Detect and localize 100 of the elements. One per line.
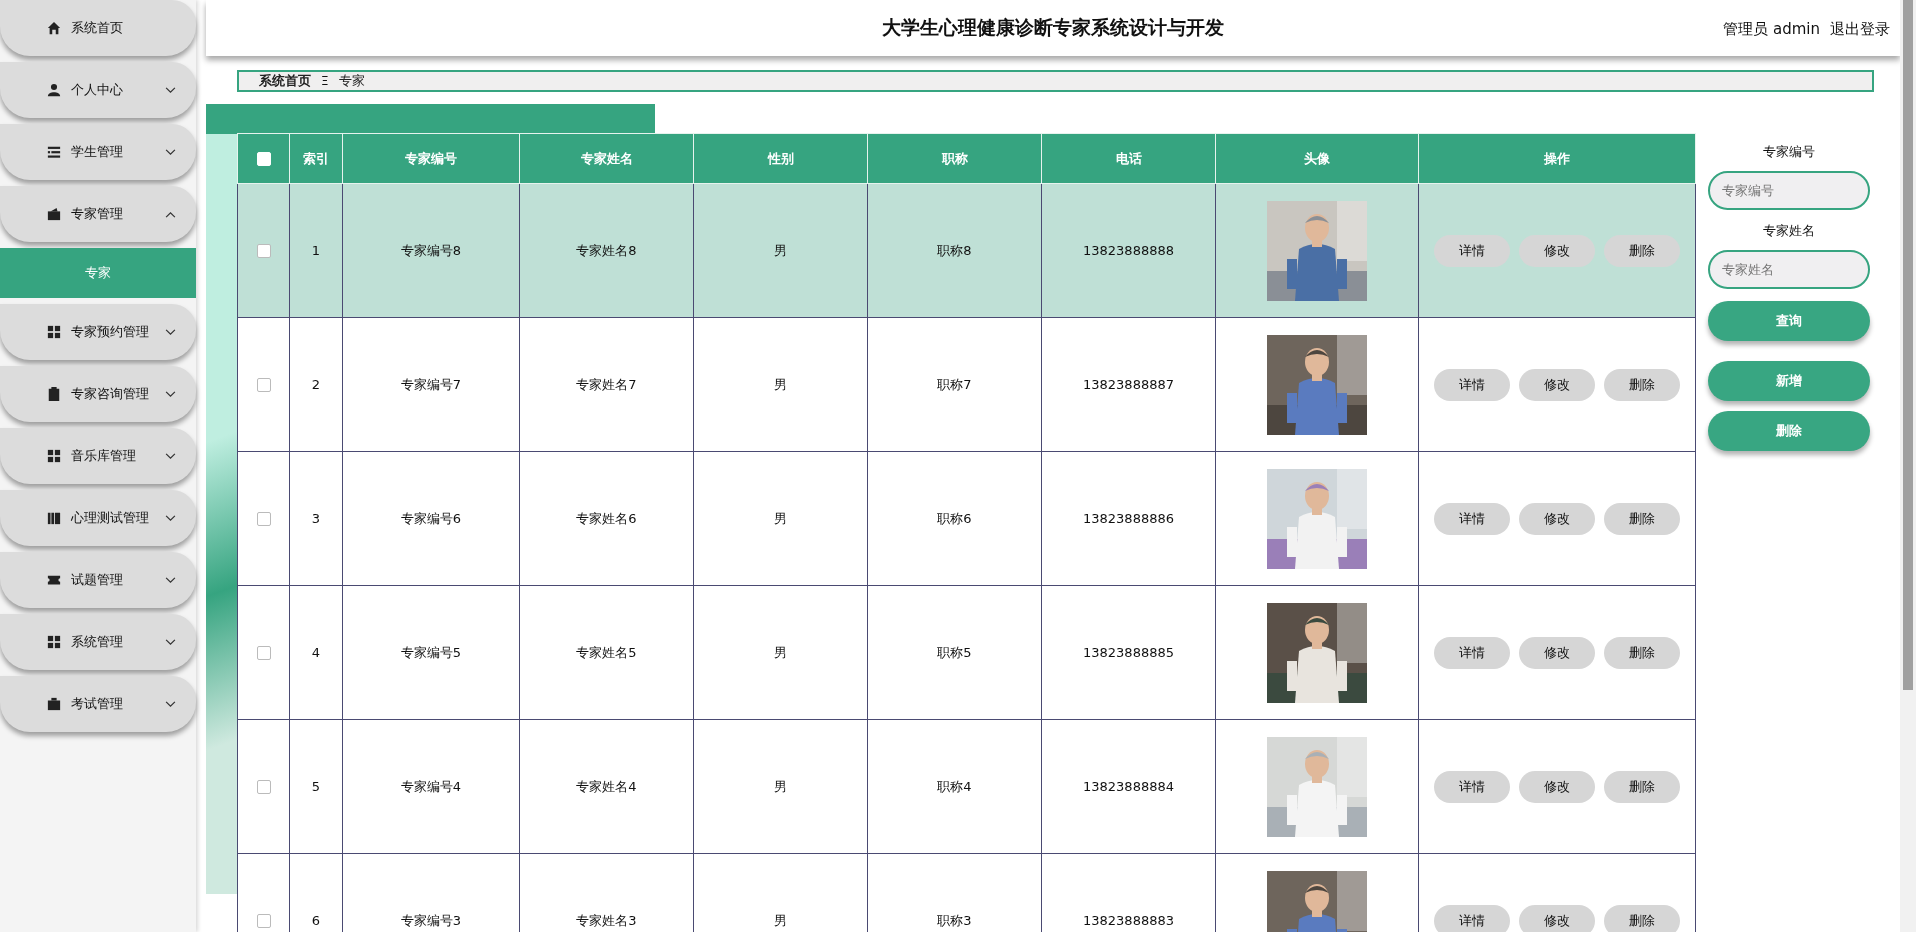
table-cell: 男 <box>693 719 868 854</box>
sidebar-item[interactable]: 系统管理 <box>0 614 196 670</box>
table-row[interactable]: 1 专家编号8 专家姓名8 男 职称8 13823888888 详情 修改 删除 <box>237 183 1696 318</box>
table-cell: 2 <box>289 317 343 452</box>
chevron-icon <box>165 86 176 94</box>
table-cell: 13823888888 <box>1041 183 1216 318</box>
chevron-icon <box>165 638 176 646</box>
sidebar-item[interactable]: 学生管理 <box>0 124 196 180</box>
table-cell: 职称6 <box>867 451 1042 586</box>
action-button[interactable]: 删除 <box>1604 234 1680 267</box>
select-all-checkbox[interactable] <box>256 152 271 167</box>
field-label: 专家姓名 <box>1763 222 1815 240</box>
table-cell: 专家编号8 <box>342 183 520 318</box>
sidebar-item[interactable]: 专家预约管理 <box>0 304 196 360</box>
action-button[interactable]: 详情 <box>1434 234 1510 267</box>
row-checkbox[interactable] <box>256 914 271 929</box>
breadcrumb-link[interactable]: 专家 <box>338 72 365 90</box>
table-cell: 13823888884 <box>1041 719 1216 854</box>
table-row[interactable]: 2 专家编号7 专家姓名7 男 职称7 13823888887 详情 修改 删除 <box>237 317 1696 452</box>
action-button[interactable]: 详情 <box>1434 770 1510 803</box>
action-button[interactable]: 修改 <box>1519 770 1595 803</box>
column-header: 电话 <box>1041 133 1216 184</box>
scrollbar-thumb[interactable] <box>1903 0 1913 690</box>
table-cell: 4 <box>289 585 343 720</box>
search-field[interactable]: 专家编号 <box>1708 171 1870 210</box>
column-header: 操作 <box>1418 133 1696 184</box>
briefcase-icon <box>47 697 61 711</box>
row-checkbox[interactable] <box>256 244 271 259</box>
table-cell: 5 <box>289 719 343 854</box>
grid-icon <box>47 449 61 463</box>
table-cell: 男 <box>693 183 868 318</box>
action-button[interactable]: 删除 <box>1604 368 1680 401</box>
sidebar-item[interactable]: 音乐库管理 <box>0 428 196 484</box>
column-header: 索引 <box>289 133 343 184</box>
table-cell: 专家姓名5 <box>519 585 694 720</box>
table-cell: 职称8 <box>867 183 1042 318</box>
breadcrumb-separator: Ξ <box>321 74 329 88</box>
action-button[interactable]: 修改 <box>1519 368 1595 401</box>
sidebar-item[interactable]: 试题管理 <box>0 552 196 608</box>
home-icon <box>47 21 61 35</box>
table-cell: 专家姓名6 <box>519 451 694 586</box>
chevron-icon <box>165 700 176 708</box>
chevron-icon <box>165 514 176 522</box>
page-title: 大学生心理健康诊断专家系统设计与开发 <box>882 15 1224 40</box>
action-button[interactable]: 修改 <box>1519 904 1595 932</box>
table-row[interactable]: 6 专家编号3 专家姓名3 男 职称3 13823888883 详情 修改 删除 <box>237 853 1696 932</box>
sidebar-item[interactable]: 个人中心 <box>0 62 196 118</box>
column-header: 头像 <box>1215 133 1419 184</box>
action-button[interactable]: 详情 <box>1434 636 1510 669</box>
action-button[interactable]: 详情 <box>1434 502 1510 535</box>
action-button[interactable]: 删除 <box>1604 904 1680 932</box>
table-cell: 专家姓名4 <box>519 719 694 854</box>
clipboard-icon <box>47 387 61 401</box>
row-checkbox[interactable] <box>256 646 271 661</box>
column-header: 专家编号 <box>342 133 520 184</box>
table-cell: 专家编号4 <box>342 719 520 854</box>
action-button[interactable]: 删除 <box>1604 770 1680 803</box>
sidebar-item[interactable]: 系统首页 <box>0 0 196 56</box>
search-field[interactable]: 专家姓名 <box>1708 250 1870 289</box>
action-button[interactable]: 修改 <box>1519 234 1595 267</box>
row-checkbox[interactable] <box>256 780 271 795</box>
user-label: 管理员 admin <box>1723 20 1820 39</box>
sidebar-item[interactable]: 专家咨询管理 <box>0 366 196 422</box>
table-cell: 13823888885 <box>1041 585 1216 720</box>
table-cell: 专家姓名8 <box>519 183 694 318</box>
action-button[interactable]: 删除 <box>1604 502 1680 535</box>
row-checkbox[interactable] <box>256 512 271 527</box>
chevron-icon <box>165 328 176 336</box>
table-cell: 职称5 <box>867 585 1042 720</box>
action-button[interactable]: 详情 <box>1434 904 1510 932</box>
logout-link[interactable]: 退出登录 <box>1830 20 1890 39</box>
breadcrumb-link[interactable]: 系统首页 <box>259 72 311 90</box>
sidebar-item[interactable]: 专家管理 <box>0 186 196 242</box>
field-label: 专家编号 <box>1763 143 1815 161</box>
scrollbar[interactable] <box>1900 0 1916 932</box>
action-button[interactable]: 详情 <box>1434 368 1510 401</box>
table-cell: 男 <box>693 451 868 586</box>
column-header: 专家姓名 <box>519 133 694 184</box>
table-row[interactable]: 5 专家编号4 专家姓名4 男 职称4 13823888884 详情 修改 删除 <box>237 719 1696 854</box>
chevron-icon <box>165 210 176 218</box>
sidebar-item[interactable]: 考试管理 <box>0 676 196 732</box>
action-button[interactable]: 删除 <box>1604 636 1680 669</box>
ticket-icon <box>47 573 61 587</box>
sidebar-item[interactable]: 心理测试管理 <box>0 490 196 546</box>
table-cell: 13823888886 <box>1041 451 1216 586</box>
chevron-icon <box>165 390 176 398</box>
table-row[interactable]: 4 专家编号5 专家姓名5 男 职称5 13823888885 详情 修改 删除 <box>237 585 1696 720</box>
action-button[interactable]: 修改 <box>1519 502 1595 535</box>
column-header: 职称 <box>867 133 1042 184</box>
table-cell: 男 <box>693 585 868 720</box>
chevron-icon <box>165 576 176 584</box>
table-row[interactable]: 3 专家编号6 专家姓名6 男 职称6 13823888886 详情 修改 删除 <box>237 451 1696 586</box>
row-checkbox[interactable] <box>256 378 271 393</box>
action-button[interactable]: 修改 <box>1519 636 1595 669</box>
grid-icon <box>47 325 61 339</box>
wallet-icon <box>47 207 61 221</box>
table-cell: 男 <box>693 317 868 452</box>
table-cell: 1 <box>289 183 343 318</box>
list-icon <box>47 145 61 159</box>
table-cell: 13823888887 <box>1041 317 1216 452</box>
